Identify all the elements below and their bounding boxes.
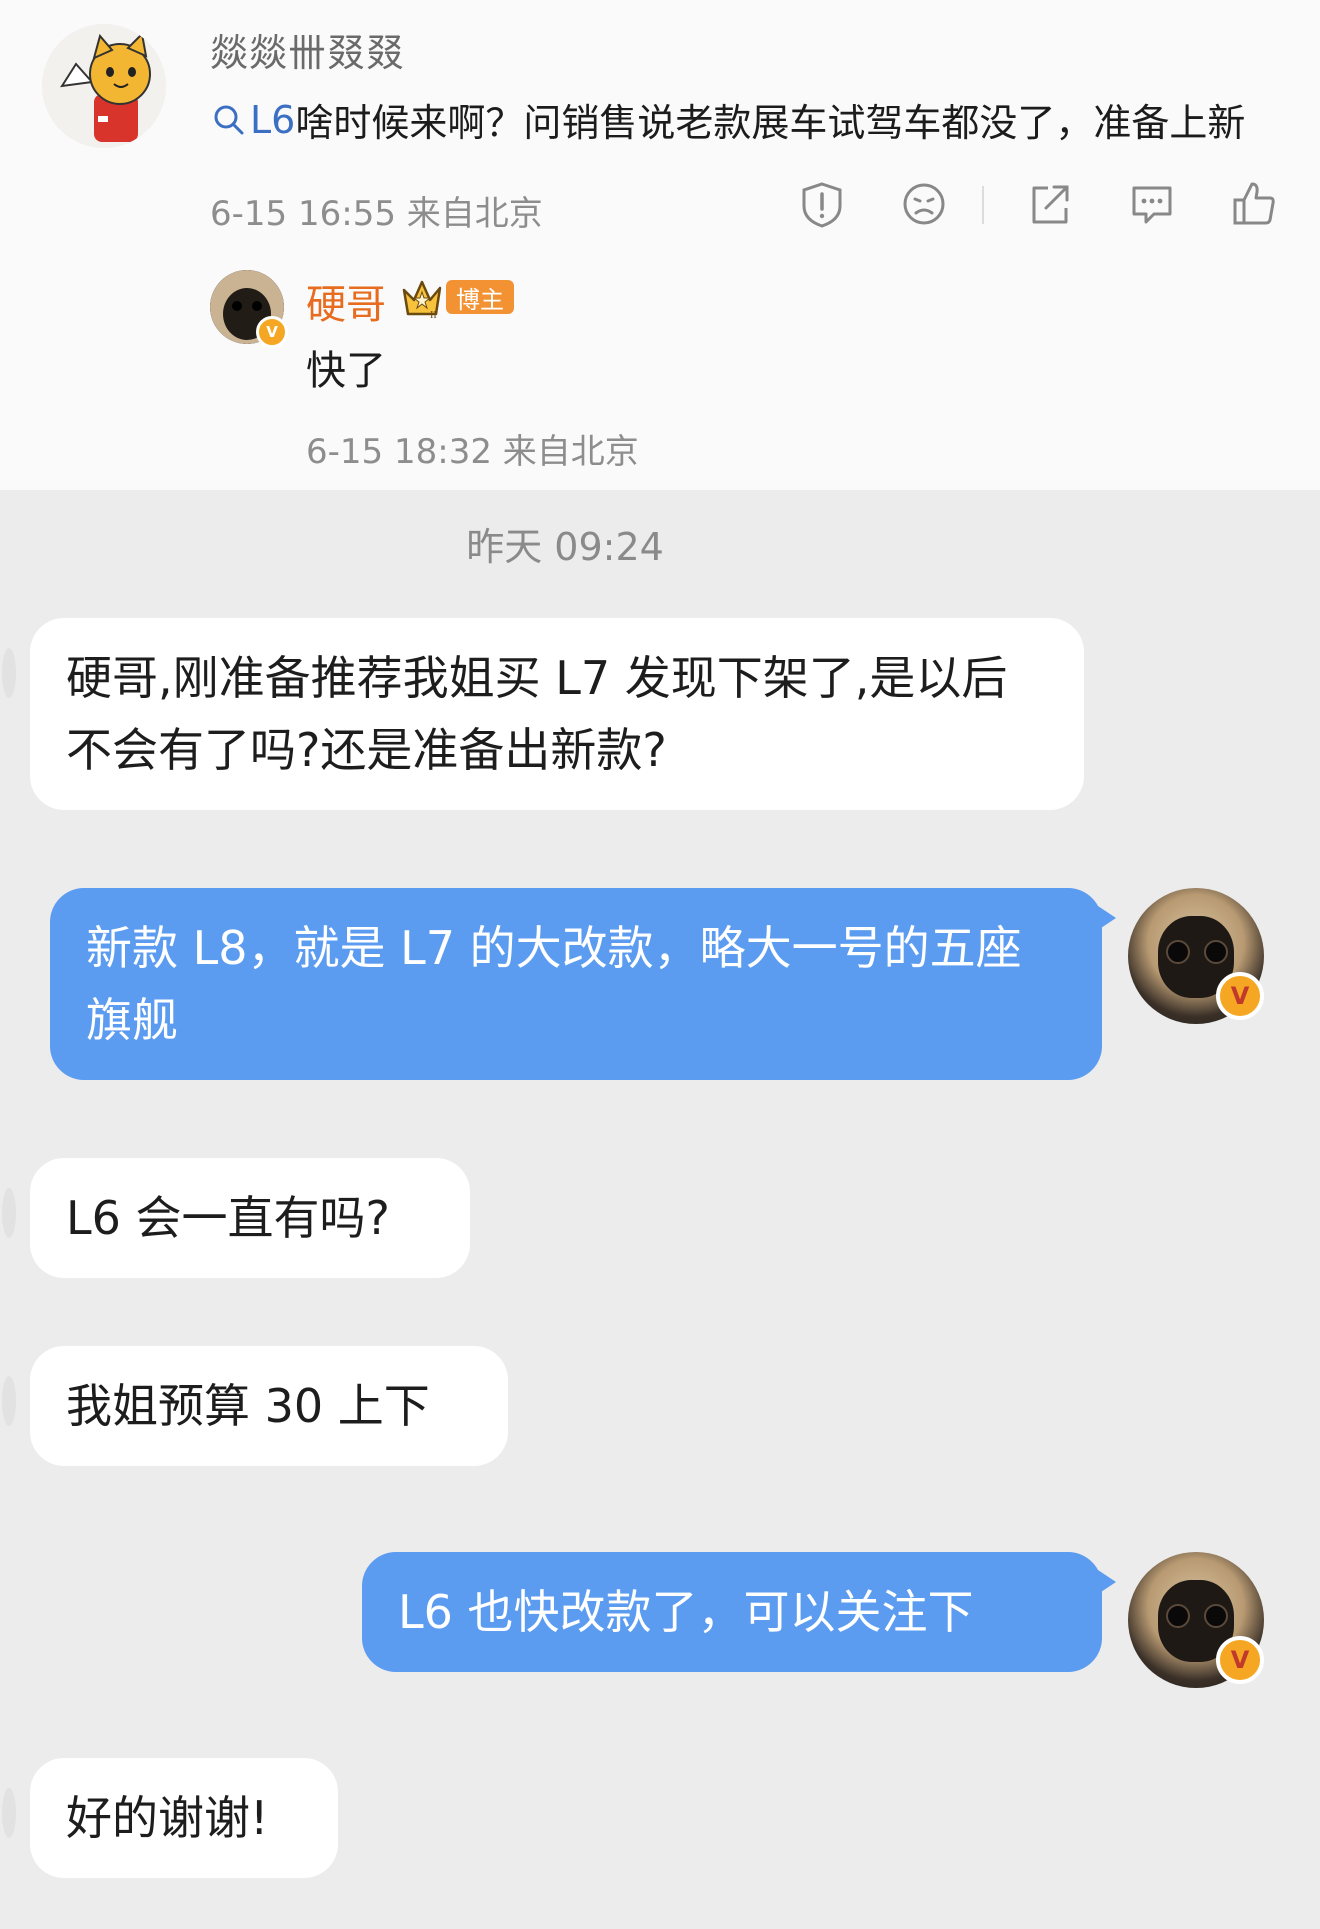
post-source: 来自北京 bbox=[406, 194, 543, 234]
topic-label: L6 bbox=[250, 97, 296, 142]
message-bubble-outgoing[interactable]: 新款 L8，就是 L7 的大改款，略大一号的五座旗舰 bbox=[50, 888, 1116, 1080]
post-meta: 6-15 16:55 来自北京 bbox=[210, 186, 543, 235]
warning-icon[interactable] bbox=[794, 176, 850, 232]
message-bubble-incoming[interactable]: 硬哥,刚准备推荐我姐买 L7 发现下架了,是以后不会有了吗?还是准备出新款? bbox=[2, 618, 1084, 810]
sender-avatar[interactable]: V bbox=[1128, 888, 1264, 1024]
message-text: 硬哥,刚准备推荐我姐买 L7 发现下架了,是以后不会有了吗?还是准备出新款? bbox=[66, 651, 1008, 777]
message-text: L6 也快改款了，可以关注下 bbox=[398, 1585, 974, 1639]
message-bubble-incoming[interactable]: L6 会一直有吗? bbox=[2, 1158, 470, 1278]
message-bubble-incoming[interactable]: 好的谢谢! bbox=[2, 1758, 338, 1878]
user-avatar[interactable] bbox=[42, 24, 166, 148]
message-text: 新款 L8，就是 L7 的大改款，略大一号的五座旗舰 bbox=[86, 921, 1022, 1047]
message-text: L6 会一直有吗? bbox=[66, 1191, 390, 1245]
reply-avatar[interactable]: V bbox=[210, 270, 288, 348]
comment-thread: 燚燚卌叕叕 L6 啥时候来啊？问销售说老款展车试驾车都没了，准备上新 6-15 … bbox=[0, 0, 1320, 490]
comment-icon[interactable] bbox=[1124, 176, 1180, 232]
sender-avatar[interactable]: V bbox=[1128, 1552, 1264, 1688]
verified-badge-icon: V bbox=[1216, 972, 1264, 1020]
reply-source: 来自北京 bbox=[502, 432, 639, 472]
reply-text: 快了 bbox=[306, 348, 386, 394]
chat-timestamp: 昨天 09:24 bbox=[466, 525, 664, 569]
message-bubble-outgoing[interactable]: L6 也快改款了，可以关注下 bbox=[362, 1552, 1116, 1672]
post-actions bbox=[790, 176, 1280, 232]
verified-badge-icon: V bbox=[256, 316, 288, 348]
reply-time: 6-15 18:32 bbox=[306, 432, 492, 472]
dislike-icon[interactable] bbox=[896, 176, 952, 232]
reply-meta: 6-15 18:32 来自北京 bbox=[306, 424, 639, 473]
post-content: L6 啥时候来啊？问销售说老款展车试驾车都没了，准备上新 bbox=[212, 92, 1245, 147]
topic-link[interactable]: L6 bbox=[212, 98, 295, 142]
action-divider bbox=[982, 186, 984, 224]
like-icon[interactable] bbox=[1226, 176, 1282, 232]
reply-username[interactable]: 硬哥 bbox=[306, 272, 386, 330]
post-username[interactable]: 燚燚卌叕叕 bbox=[210, 22, 405, 77]
role-badge: 博主 bbox=[446, 280, 514, 314]
search-icon bbox=[214, 105, 244, 134]
post-text: 啥时候来啊？问销售说老款展车试驾车都没了，准备上新 bbox=[295, 101, 1246, 145]
post-time: 6-15 16:55 bbox=[210, 194, 396, 234]
message-text: 好的谢谢! bbox=[66, 1791, 269, 1845]
message-text: 我姐预算 30 上下 bbox=[66, 1379, 430, 1433]
share-icon[interactable] bbox=[1022, 176, 1078, 232]
verified-badge-icon: V bbox=[1216, 1636, 1264, 1684]
svg-text:II: II bbox=[430, 310, 437, 320]
message-bubble-incoming[interactable]: 我姐预算 30 上下 bbox=[2, 1346, 508, 1466]
